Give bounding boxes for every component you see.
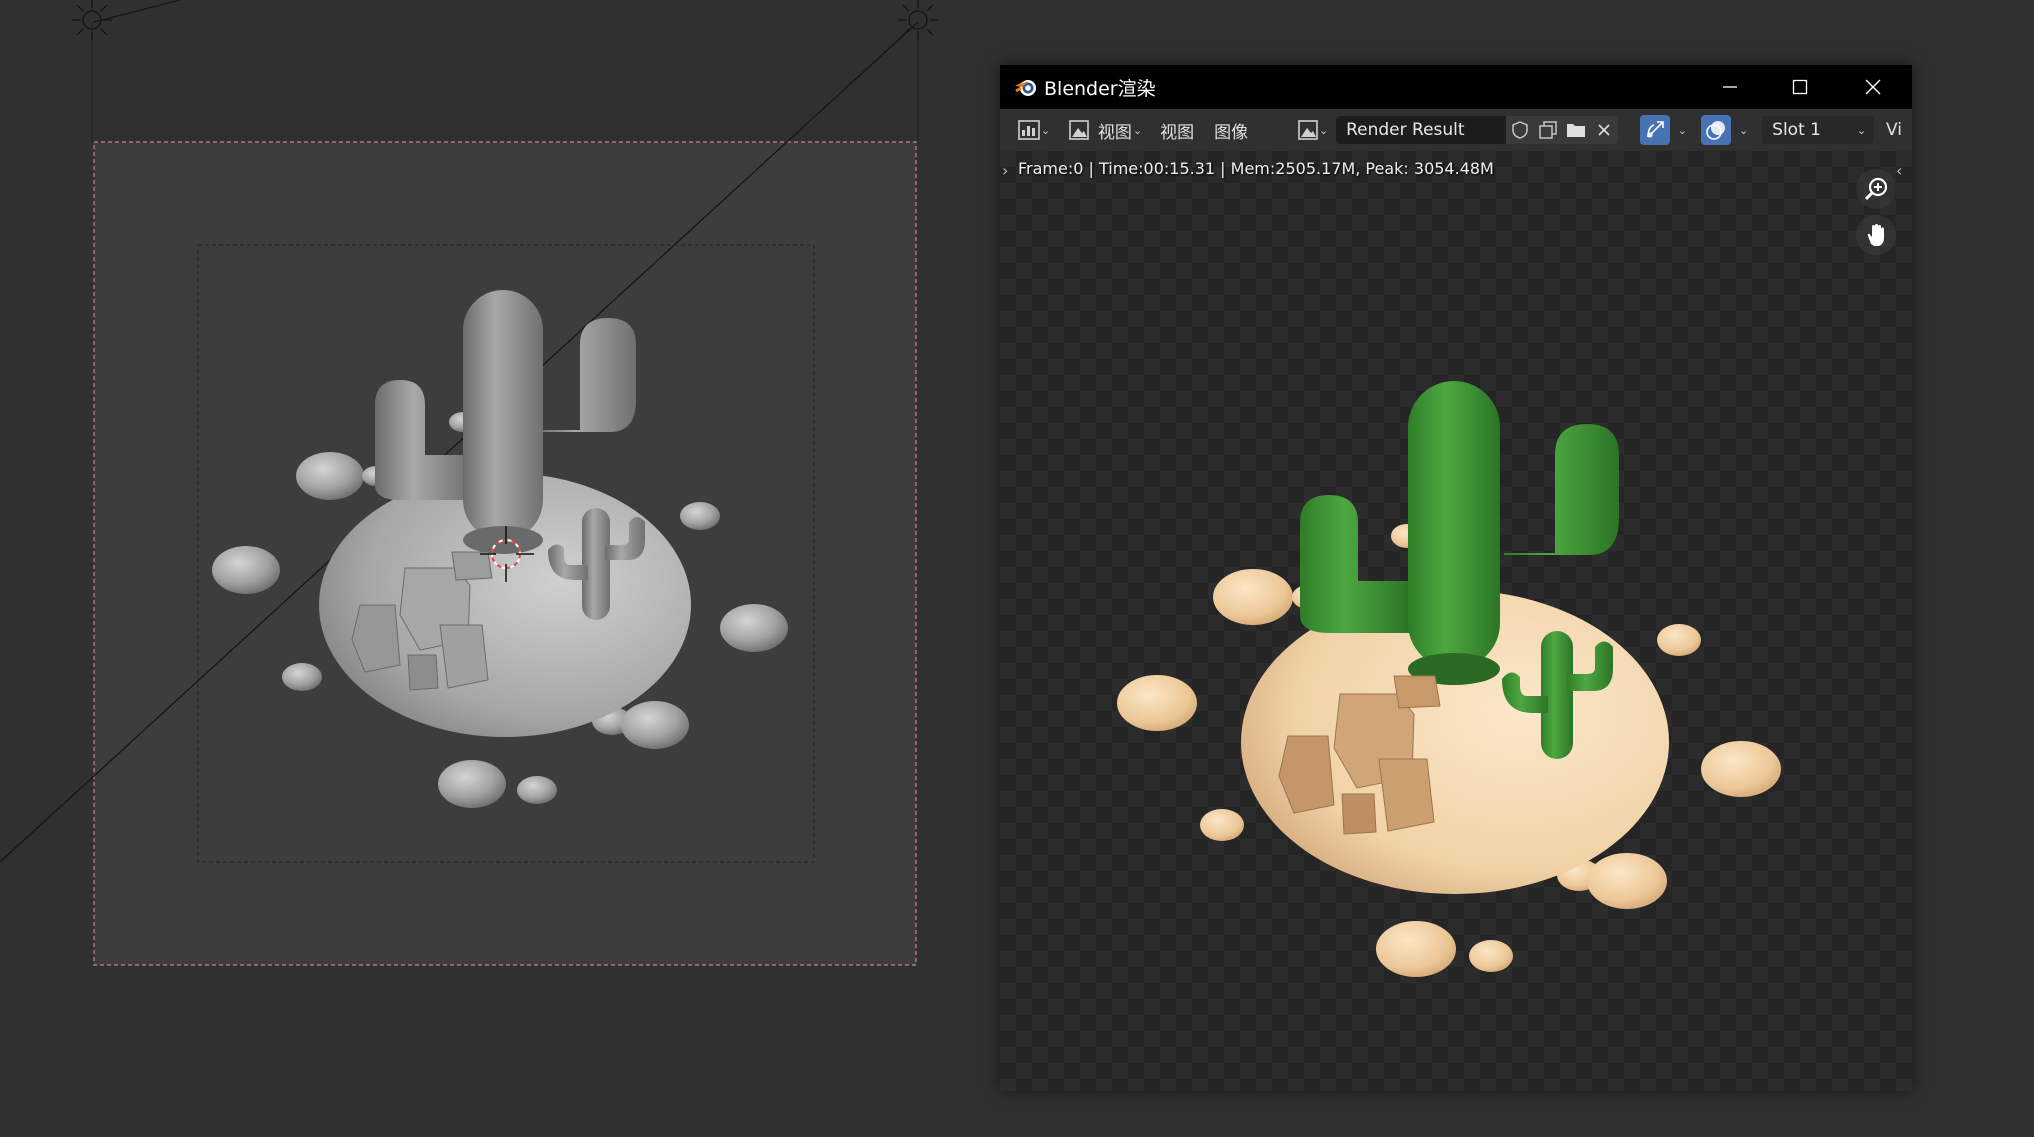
maximize-icon xyxy=(1792,79,1808,95)
window-titlebar[interactable]: Blender渲染 xyxy=(1000,65,1912,109)
close-button[interactable] xyxy=(1838,65,1908,109)
render-result-image xyxy=(1117,381,1781,977)
chevron-down-icon: ⌄ xyxy=(1319,123,1329,137)
gizmo-toggle[interactable] xyxy=(1639,115,1670,145)
gizmo-icon xyxy=(1646,121,1664,138)
chevron-down-icon: ⌄ xyxy=(1132,123,1143,137)
3d-viewport[interactable] xyxy=(0,0,1000,1137)
image-name-field[interactable]: Render Result xyxy=(1336,116,1506,144)
render-canvas-area[interactable]: Frame:0 | Time:00:15.31 | Mem:2505.17M, … xyxy=(1000,151,1912,1091)
viewport-scene xyxy=(0,0,938,966)
maximize-button[interactable] xyxy=(1765,65,1835,109)
right-sidebar-toggle-icon[interactable]: ‹ xyxy=(1896,161,1902,180)
hand-icon xyxy=(1867,224,1884,246)
chevron-down-icon: ⌄ xyxy=(1040,123,1051,137)
image-browse-button[interactable]: ⌄ xyxy=(1294,115,1332,145)
image-menu[interactable]: 图像 xyxy=(1204,118,1258,143)
chevron-down-icon: ⌄ xyxy=(1856,123,1867,137)
image-browse-icon xyxy=(1298,120,1318,140)
slot-label: Slot 1 xyxy=(1772,120,1821,140)
shield-icon xyxy=(1512,121,1528,139)
view-mode-button[interactable] xyxy=(1066,115,1092,145)
image-editor-header: ⌄ 视图 ⌄ 视图 图像 ⌄ Render Result ⌄ ⌄ Slot 1 … xyxy=(1000,109,1912,151)
view-menu-cut[interactable]: Vi xyxy=(1874,120,1912,140)
view-mode-icon xyxy=(1069,120,1089,140)
unlink-button[interactable] xyxy=(1589,116,1618,144)
view-menu-2[interactable]: 视图 xyxy=(1150,118,1204,143)
blender-logo-icon xyxy=(1015,80,1036,96)
light-icon xyxy=(72,0,112,40)
chevron-down-icon[interactable]: ⌄ xyxy=(1739,124,1748,137)
x-icon xyxy=(1598,124,1610,136)
open-image-button[interactable] xyxy=(1561,116,1590,144)
overlay-toggle[interactable] xyxy=(1700,115,1731,145)
minimize-button[interactable] xyxy=(1695,65,1765,109)
chevron-down-icon[interactable]: ⌄ xyxy=(1678,124,1687,137)
render-window[interactable]: Blender渲染 ⌄ 视图 ⌄ 视图 图像 ⌄ Render Result ⌄… xyxy=(1000,65,1912,1091)
pan-button[interactable] xyxy=(1856,215,1896,255)
left-sidebar-toggle-icon[interactable]: › xyxy=(1002,161,1008,180)
view-menu[interactable]: 视图 xyxy=(1092,118,1132,143)
window-title: Blender渲染 xyxy=(1044,77,1156,100)
duplicate-button[interactable] xyxy=(1533,116,1562,144)
slot-dropdown[interactable]: Slot 1 ⌄ xyxy=(1762,116,1875,144)
editor-type-dropdown[interactable]: ⌄ xyxy=(1014,115,1054,145)
overlay-icon xyxy=(1706,121,1725,140)
fake-user-button[interactable] xyxy=(1505,116,1534,144)
duplicate-icon xyxy=(1539,121,1557,139)
minimize-icon xyxy=(1723,86,1737,88)
light-icon-2 xyxy=(898,0,938,40)
zoom-button[interactable] xyxy=(1856,169,1896,209)
close-icon xyxy=(1865,79,1881,95)
render-stats: Frame:0 | Time:00:15.31 | Mem:2505.17M, … xyxy=(1018,159,1494,178)
folder-icon xyxy=(1566,124,1585,137)
zoom-in-icon xyxy=(1864,177,1888,201)
image-editor-icon xyxy=(1018,120,1040,140)
